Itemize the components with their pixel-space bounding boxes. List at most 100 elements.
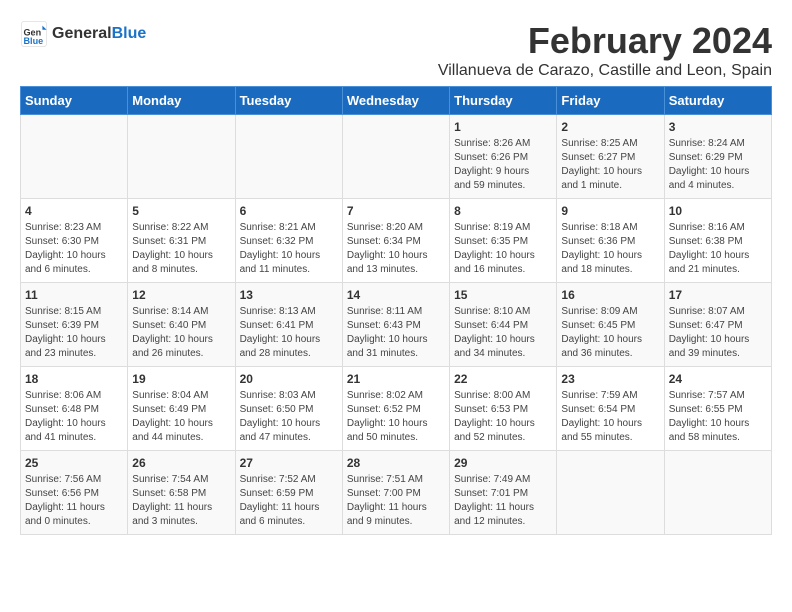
day-info: Sunrise: 8:19 AM Sunset: 6:35 PM Dayligh… (454, 221, 552, 277)
day-cell: 15Sunrise: 8:10 AM Sunset: 6:44 PM Dayli… (450, 283, 557, 367)
day-cell: 13 Sunrise: 8:13 AM Sunset: 6:41 PM Dayli… (235, 283, 342, 367)
day-info: Sunrise: 8:07 AM Sunset: 6:47 PM Dayligh… (669, 305, 767, 361)
day-info: Sunrise: 8:18 AM Sunset: 6:36 PM Dayligh… (561, 221, 659, 277)
day-info: Sunrise: 7:54 AM Sunset: 6:58 PM Dayligh… (132, 473, 230, 529)
day-number: 25 (25, 456, 123, 470)
svg-text:Blue: Blue (24, 36, 44, 46)
day-cell (21, 115, 128, 199)
day-info: Sunrise: 7:57 AM Sunset: 6:55 PM Dayligh… (669, 389, 767, 445)
week-row-4: 18 Sunrise: 8:06 AM Sunset: 6:48 PM Dayli… (21, 367, 772, 451)
day-info: Sunrise: 8:14 AM Sunset: 6:40 PM Dayligh… (132, 305, 230, 361)
day-number: 29 (454, 456, 552, 470)
day-info: Sunrise: 8:25 AM Sunset: 6:27 PM Dayligh… (561, 137, 659, 193)
header-row: SundayMondayTuesdayWednesdayThursdayFrid… (21, 87, 772, 115)
day-info: Sunrise: 8:16 AM Sunset: 6:38 PM Dayligh… (669, 221, 767, 277)
day-number: 27 (240, 456, 338, 470)
day-number: 28 (347, 456, 445, 470)
week-row-2: 4Sunrise: 8:23 AM Sunset: 6:30 PM Daylig… (21, 199, 772, 283)
day-info: Sunrise: 7:52 AM Sunset: 6:59 PM Dayligh… (240, 473, 338, 529)
day-cell: 16 Sunrise: 8:09 AM Sunset: 6:45 PM Dayli… (557, 283, 664, 367)
day-number: 10 (669, 204, 767, 218)
day-cell: 10 Sunrise: 8:16 AM Sunset: 6:38 PM Dayli… (664, 199, 771, 283)
day-cell: 20 Sunrise: 8:03 AM Sunset: 6:50 PM Dayli… (235, 367, 342, 451)
week-row-5: 25 Sunrise: 7:56 AM Sunset: 6:56 PM Dayli… (21, 451, 772, 535)
day-cell (557, 451, 664, 535)
day-number: 22 (454, 372, 552, 386)
day-number: 21 (347, 372, 445, 386)
day-number: 13 (240, 288, 338, 302)
day-cell: 5 Sunrise: 8:22 AM Sunset: 6:31 PM Daylig… (128, 199, 235, 283)
day-cell: 27 Sunrise: 7:52 AM Sunset: 6:59 PM Dayli… (235, 451, 342, 535)
day-info: Sunrise: 8:04 AM Sunset: 6:49 PM Dayligh… (132, 389, 230, 445)
day-cell: 24 Sunrise: 7:57 AM Sunset: 6:55 PM Dayli… (664, 367, 771, 451)
day-info: Sunrise: 7:56 AM Sunset: 6:56 PM Dayligh… (25, 473, 123, 529)
day-cell (235, 115, 342, 199)
day-number: 18 (25, 372, 123, 386)
day-number: 1 (454, 120, 552, 134)
day-info: Sunrise: 8:11 AM Sunset: 6:43 PM Dayligh… (347, 305, 445, 361)
day-info: Sunrise: 8:20 AM Sunset: 6:34 PM Dayligh… (347, 221, 445, 277)
day-cell: 26 Sunrise: 7:54 AM Sunset: 6:58 PM Dayli… (128, 451, 235, 535)
header: Gen Blue GeneralBlue February 2024 Villa… (20, 20, 772, 80)
logo-icon: Gen Blue (20, 20, 48, 48)
day-info: Sunrise: 8:22 AM Sunset: 6:31 PM Dayligh… (132, 221, 230, 277)
day-cell: 18 Sunrise: 8:06 AM Sunset: 6:48 PM Dayli… (21, 367, 128, 451)
main-title: February 2024 (438, 20, 772, 62)
day-number: 12 (132, 288, 230, 302)
day-info: Sunrise: 8:24 AM Sunset: 6:29 PM Dayligh… (669, 137, 767, 193)
day-info: Sunrise: 8:26 AM Sunset: 6:26 PM Dayligh… (454, 137, 552, 193)
day-info: Sunrise: 8:02 AM Sunset: 6:52 PM Dayligh… (347, 389, 445, 445)
day-number: 14 (347, 288, 445, 302)
day-cell (128, 115, 235, 199)
day-info: Sunrise: 8:06 AM Sunset: 6:48 PM Dayligh… (25, 389, 123, 445)
day-cell: 2Sunrise: 8:25 AM Sunset: 6:27 PM Daylig… (557, 115, 664, 199)
day-info: Sunrise: 7:59 AM Sunset: 6:54 PM Dayligh… (561, 389, 659, 445)
logo-blue: Blue (112, 25, 147, 42)
day-info: Sunrise: 8:13 AM Sunset: 6:41 PM Dayligh… (240, 305, 338, 361)
day-cell: 3 Sunrise: 8:24 AM Sunset: 6:29 PM Daylig… (664, 115, 771, 199)
day-info: Sunrise: 8:10 AM Sunset: 6:44 PM Dayligh… (454, 305, 552, 361)
day-number: 24 (669, 372, 767, 386)
day-cell: 23 Sunrise: 7:59 AM Sunset: 6:54 PM Dayli… (557, 367, 664, 451)
week-row-3: 11 Sunrise: 8:15 AM Sunset: 6:39 PM Dayli… (21, 283, 772, 367)
day-cell: 17Sunrise: 8:07 AM Sunset: 6:47 PM Dayli… (664, 283, 771, 367)
day-cell: 11 Sunrise: 8:15 AM Sunset: 6:39 PM Dayli… (21, 283, 128, 367)
day-cell: 21 Sunrise: 8:02 AM Sunset: 6:52 PM Dayli… (342, 367, 449, 451)
day-info: Sunrise: 8:21 AM Sunset: 6:32 PM Dayligh… (240, 221, 338, 277)
day-cell: 4Sunrise: 8:23 AM Sunset: 6:30 PM Daylig… (21, 199, 128, 283)
header-day-monday: Monday (128, 87, 235, 115)
week-row-1: 1 Sunrise: 8:26 AM Sunset: 6:26 PM Daylig… (21, 115, 772, 199)
day-number: 26 (132, 456, 230, 470)
day-number: 9 (561, 204, 659, 218)
day-info: Sunrise: 8:15 AM Sunset: 6:39 PM Dayligh… (25, 305, 123, 361)
header-day-friday: Friday (557, 87, 664, 115)
day-number: 6 (240, 204, 338, 218)
day-number: 16 (561, 288, 659, 302)
day-cell: 6 Sunrise: 8:21 AM Sunset: 6:32 PM Daylig… (235, 199, 342, 283)
logo-general: General (52, 25, 112, 42)
day-info: Sunrise: 8:09 AM Sunset: 6:45 PM Dayligh… (561, 305, 659, 361)
day-cell: 14 Sunrise: 8:11 AM Sunset: 6:43 PM Dayli… (342, 283, 449, 367)
day-number: 20 (240, 372, 338, 386)
header-day-thursday: Thursday (450, 87, 557, 115)
day-number: 8 (454, 204, 552, 218)
day-number: 11 (25, 288, 123, 302)
day-cell: 12 Sunrise: 8:14 AM Sunset: 6:40 PM Dayli… (128, 283, 235, 367)
day-cell (342, 115, 449, 199)
header-day-sunday: Sunday (21, 87, 128, 115)
day-cell: 25 Sunrise: 7:56 AM Sunset: 6:56 PM Dayli… (21, 451, 128, 535)
day-cell: 28 Sunrise: 7:51 AM Sunset: 7:00 PM Dayli… (342, 451, 449, 535)
day-info: Sunrise: 8:03 AM Sunset: 6:50 PM Dayligh… (240, 389, 338, 445)
day-cell: 9 Sunrise: 8:18 AM Sunset: 6:36 PM Daylig… (557, 199, 664, 283)
header-day-saturday: Saturday (664, 87, 771, 115)
day-number: 4 (25, 204, 123, 218)
day-number: 7 (347, 204, 445, 218)
day-info: Sunrise: 7:51 AM Sunset: 7:00 PM Dayligh… (347, 473, 445, 529)
day-number: 5 (132, 204, 230, 218)
day-info: Sunrise: 7:49 AM Sunset: 7:01 PM Dayligh… (454, 473, 552, 529)
header-day-tuesday: Tuesday (235, 87, 342, 115)
day-number: 3 (669, 120, 767, 134)
day-info: Sunrise: 8:00 AM Sunset: 6:53 PM Dayligh… (454, 389, 552, 445)
header-day-wednesday: Wednesday (342, 87, 449, 115)
day-number: 23 (561, 372, 659, 386)
